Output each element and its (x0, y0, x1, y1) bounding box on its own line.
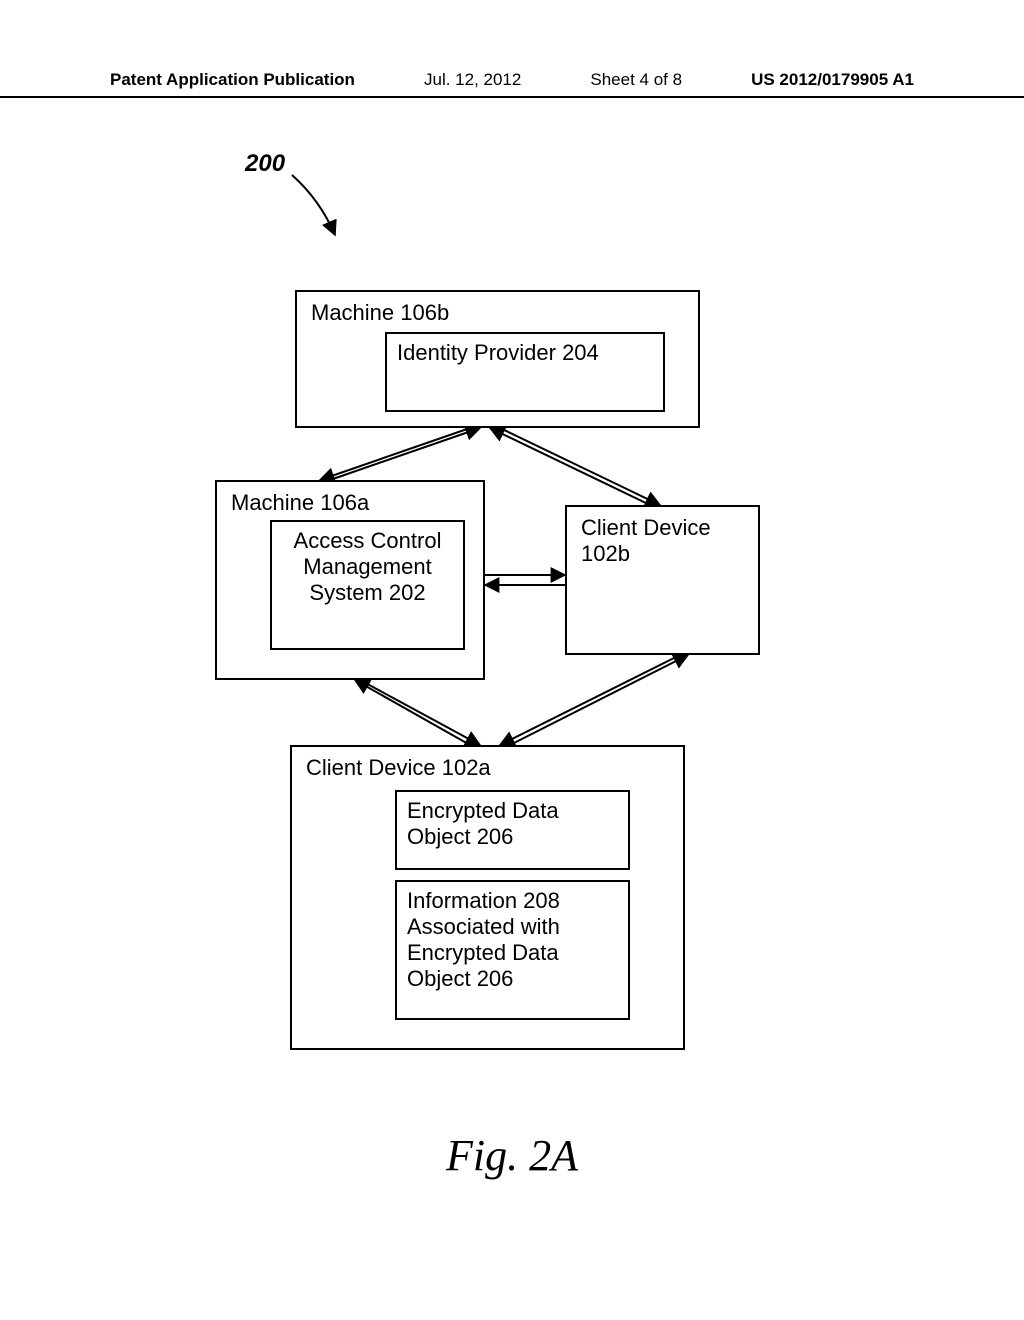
label-machine-106b: Machine 106b (297, 292, 698, 330)
box-information-208: Information 208 Associated with Encrypte… (395, 880, 630, 1020)
diagram-canvas: Machine 106b Identity Provider 204 Machi… (0, 0, 1024, 1320)
box-encrypted-data-object-206: Encrypted Data Object 206 (395, 790, 630, 870)
label-client-device-102b: Client Device 102b (567, 507, 758, 571)
label-machine-106a: Machine 106a (217, 482, 483, 520)
box-identity-provider-204: Identity Provider 204 (385, 332, 665, 412)
figure-caption: Fig. 2A (0, 1130, 1024, 1181)
box-access-control-management-system-202: Access Control Management System 202 (270, 520, 465, 650)
connector-arrows (0, 0, 1024, 1320)
box-client-device-102b: Client Device 102b (565, 505, 760, 655)
label-client-device-102a: Client Device 102a (292, 747, 683, 785)
